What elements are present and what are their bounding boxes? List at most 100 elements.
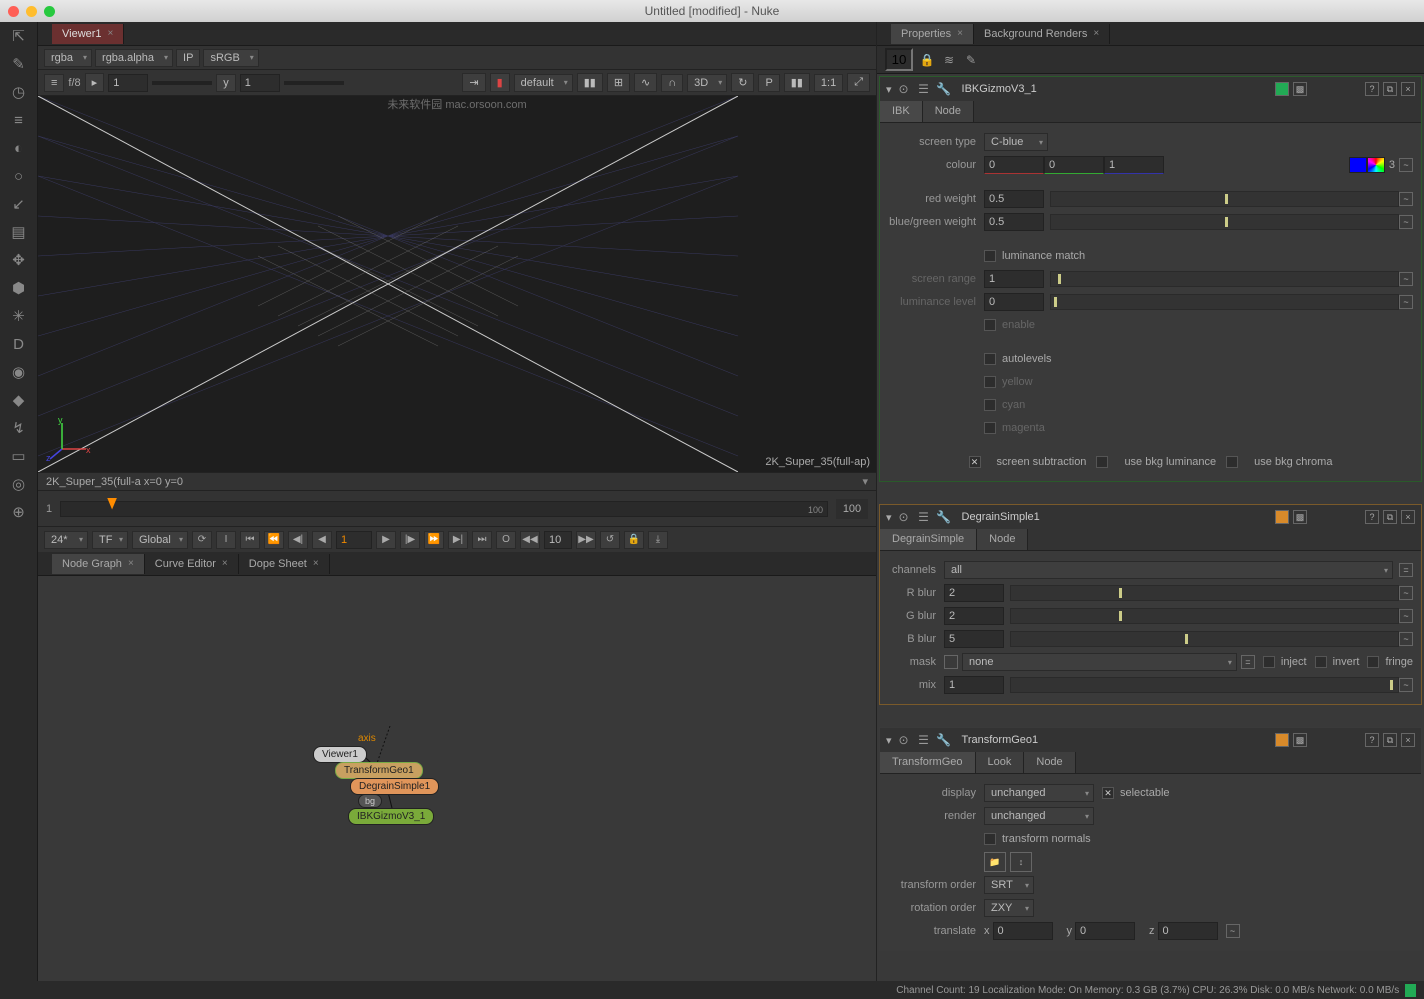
checker-icon[interactable]: ▩ xyxy=(1293,510,1307,524)
tab-node[interactable]: Node xyxy=(1024,752,1075,773)
close-icon[interactable]: × xyxy=(222,558,228,569)
tab-curve-editor[interactable]: Curve Editor× xyxy=(145,554,239,574)
ip-toggle[interactable]: IP xyxy=(176,49,200,67)
zoom-label[interactable]: 1:1 xyxy=(814,74,843,92)
center-icon[interactable]: ⊙ xyxy=(896,509,912,525)
in-icon[interactable]: I xyxy=(216,531,236,549)
viewer-tab[interactable]: Viewer1 × xyxy=(52,24,124,44)
step-size[interactable] xyxy=(544,531,572,549)
panel-count[interactable] xyxy=(885,48,913,71)
sync-icon[interactable]: ⟳ xyxy=(192,531,212,549)
channel-drop[interactable]: rgba xyxy=(44,49,92,67)
tool-icon[interactable]: ↯ xyxy=(9,418,29,438)
translate-x[interactable] xyxy=(993,922,1053,940)
anim-icon[interactable]: ~ xyxy=(1399,272,1413,286)
colour-swatch[interactable] xyxy=(1349,157,1367,173)
tool-icon[interactable]: ▤ xyxy=(9,222,29,242)
link-icon[interactable]: ☰ xyxy=(916,509,932,525)
transform-order-drop[interactable]: SRT xyxy=(984,876,1034,894)
undock-icon[interactable]: ⧉ xyxy=(1383,733,1397,747)
tab-node-graph[interactable]: Node Graph× xyxy=(52,554,145,574)
current-frame[interactable] xyxy=(336,531,372,549)
tool-icon[interactable]: ⬢ xyxy=(9,278,29,298)
tab-properties[interactable]: Properties× xyxy=(891,24,974,44)
loop-icon[interactable]: ↺ xyxy=(600,531,620,549)
tool-icon[interactable]: ✳ xyxy=(9,306,29,326)
next-key-icon[interactable]: ▶| xyxy=(448,531,468,549)
node-ibk[interactable]: IBKGizmoV3_1 xyxy=(348,808,434,825)
gamma-input[interactable] xyxy=(240,74,280,92)
first-frame-icon[interactable]: ⏮ xyxy=(240,531,260,549)
panel-header[interactable]: ▾ ⊙ ☰ 🔧 IBKGizmoV3_1 ▩ ? ⧉ × xyxy=(880,77,1421,101)
pause-icon[interactable]: ▮▮ xyxy=(784,73,810,92)
close-icon[interactable]: × xyxy=(1401,82,1415,96)
tab-dope-sheet[interactable]: Dope Sheet× xyxy=(239,554,330,574)
close-icon[interactable]: × xyxy=(957,28,963,39)
slider[interactable] xyxy=(1010,631,1399,647)
node-graph[interactable]: axis Viewer1 TransformGeo1 DegrainSimple… xyxy=(38,576,876,999)
out-icon[interactable]: O xyxy=(496,531,516,549)
tab-ibk[interactable]: IBK xyxy=(880,101,923,122)
colour-g[interactable] xyxy=(1044,156,1104,174)
node-viewer[interactable]: Viewer1 xyxy=(313,746,367,763)
collapse-icon[interactable]: ▾ xyxy=(886,511,892,524)
tool-icon[interactable]: ◉ xyxy=(9,362,29,382)
panel-header[interactable]: ▾ ⊙ ☰ 🔧 DegrainSimple1 ▩ ? ⧉ × xyxy=(880,505,1421,529)
wave-icon[interactable]: ∿ xyxy=(634,73,657,92)
center-icon[interactable]: ⊙ xyxy=(896,81,912,97)
display-drop[interactable]: unchanged xyxy=(984,784,1094,802)
tool-icon[interactable]: ⊕ xyxy=(9,502,29,522)
slider[interactable] xyxy=(1010,585,1399,601)
anim-icon[interactable]: ~ xyxy=(1226,924,1240,938)
play-icon[interactable]: ▶ xyxy=(376,531,396,549)
center-icon[interactable]: ⊙ xyxy=(896,732,912,748)
close-icon[interactable]: × xyxy=(313,558,319,569)
tool-icon[interactable]: ✎ xyxy=(9,54,29,74)
tool-icon[interactable]: ✥ xyxy=(9,250,29,270)
tab-node[interactable]: Node xyxy=(923,101,974,122)
tool-icon[interactable]: ▭ xyxy=(9,446,29,466)
undock-icon[interactable]: ⧉ xyxy=(1383,82,1397,96)
tab-node[interactable]: Node xyxy=(977,529,1028,550)
anim-icon[interactable]: ~ xyxy=(1399,158,1413,172)
node-degrain[interactable]: DegrainSimple1 xyxy=(350,778,439,795)
timeline-track[interactable]: 100 xyxy=(60,501,828,517)
export-icon[interactable]: ⤓ xyxy=(648,531,668,549)
collapse-icon[interactable]: ▾ xyxy=(886,83,892,96)
close-icon[interactable]: × xyxy=(1401,733,1415,747)
wrench-icon[interactable]: 🔧 xyxy=(936,509,952,525)
channels-drop[interactable]: all xyxy=(944,561,1393,579)
node-color-icon[interactable] xyxy=(1275,733,1289,747)
anim-icon[interactable]: ~ xyxy=(1399,215,1413,229)
node-color-icon[interactable] xyxy=(1275,82,1289,96)
playhead-icon[interactable] xyxy=(107,498,117,510)
check-autolevels[interactable] xyxy=(984,353,996,365)
link-icon[interactable]: ☰ xyxy=(916,81,932,97)
lock-icon[interactable]: 🔒 xyxy=(624,531,644,549)
view-mode-drop[interactable]: 3D xyxy=(687,74,727,92)
pencil-icon[interactable]: ✎ xyxy=(963,52,979,68)
eq-icon[interactable]: = xyxy=(1399,563,1413,577)
scope-drop[interactable]: Global xyxy=(132,531,188,549)
translate-y[interactable] xyxy=(1075,922,1135,940)
node-color-icon[interactable] xyxy=(1275,510,1289,524)
fstop-expand[interactable]: ▸ xyxy=(85,73,105,92)
close-icon[interactable]: × xyxy=(128,558,134,569)
close-icon[interactable]: × xyxy=(108,28,114,39)
colour-wheel-icon[interactable] xyxy=(1367,157,1385,173)
next-frame-icon[interactable]: |▶ xyxy=(400,531,420,549)
help-icon[interactable]: ? xyxy=(1365,733,1379,747)
help-icon[interactable]: ? xyxy=(1365,82,1379,96)
check-inject[interactable] xyxy=(1263,656,1275,668)
rotation-order-drop[interactable]: ZXY xyxy=(984,899,1034,917)
bblur[interactable] xyxy=(944,630,1004,648)
panel-header[interactable]: ▾ ⊙ ☰ 🔧 TransformGeo1 ▩ ? ⧉ × xyxy=(880,728,1421,752)
checker-icon[interactable]: ▩ xyxy=(1293,733,1307,747)
mask-drop[interactable]: none xyxy=(962,653,1237,671)
tool-icon[interactable]: ◆ xyxy=(9,390,29,410)
skip-fwd-icon[interactable]: ▶▶ xyxy=(576,531,596,549)
status-expand-icon[interactable]: ▾ xyxy=(862,475,868,488)
slider[interactable] xyxy=(1050,271,1399,287)
slider[interactable] xyxy=(1050,294,1399,310)
clear-icon[interactable]: ≋ xyxy=(941,52,957,68)
